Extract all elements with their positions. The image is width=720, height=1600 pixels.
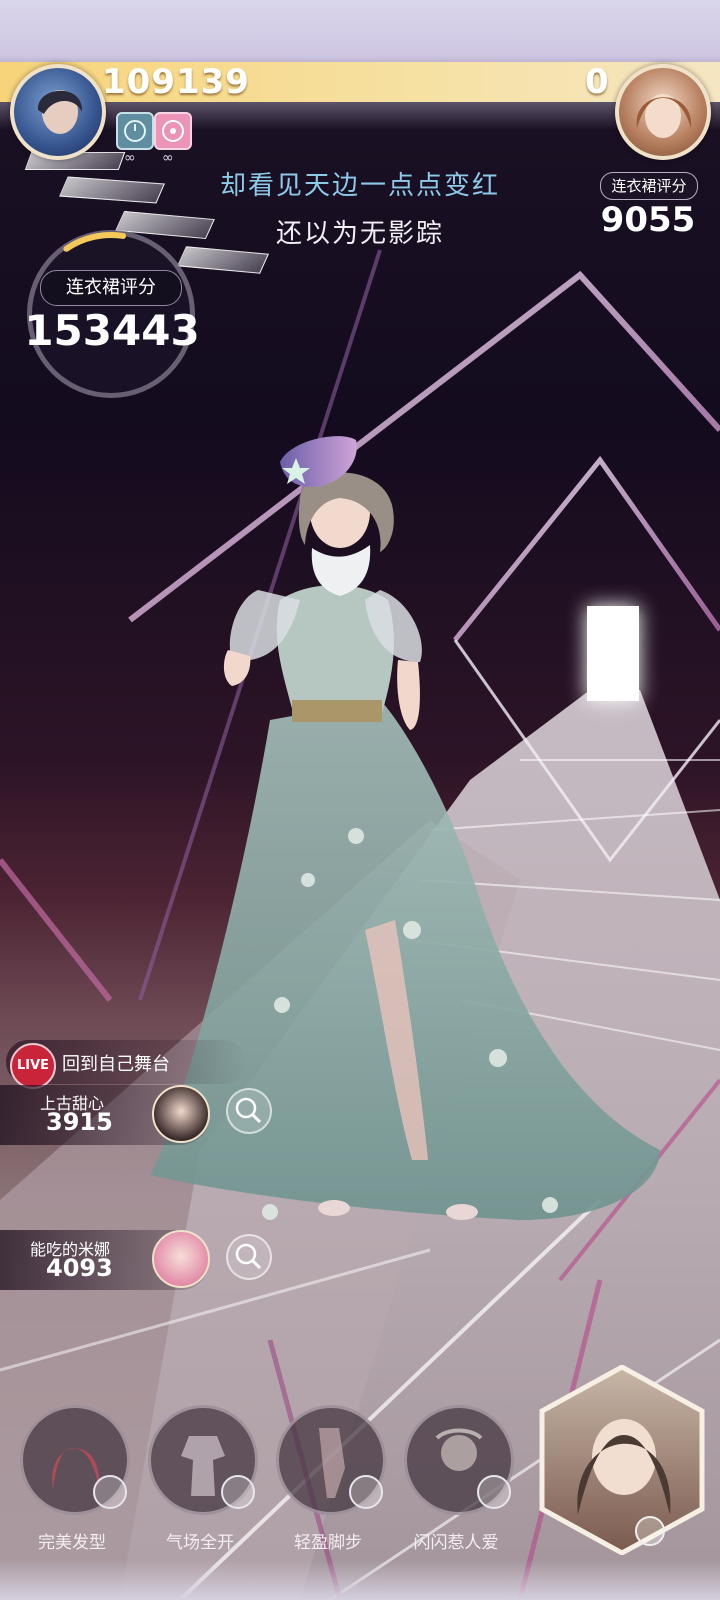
opponent-score-value: 9055 bbox=[600, 200, 696, 240]
return-stage-label: 回到自己舞台 bbox=[62, 1054, 170, 1075]
inspect-rival-button[interactable] bbox=[226, 1234, 272, 1280]
opponent-portrait-icon bbox=[636, 94, 692, 138]
refresh-icon[interactable] bbox=[477, 1475, 511, 1509]
refresh-icon bbox=[635, 1516, 665, 1546]
bottom-fade bbox=[0, 1560, 720, 1600]
buff-badge-a-count: ∞ bbox=[124, 150, 136, 166]
skill-label: 气场全开 bbox=[166, 1533, 234, 1553]
skill-label: 轻盈脚步 bbox=[294, 1533, 362, 1553]
player-total-score: 109139 bbox=[102, 62, 250, 102]
skill-label: 完美发型 bbox=[38, 1533, 106, 1553]
player-score-label: 连衣裙评分 bbox=[40, 270, 182, 306]
refresh-icon[interactable] bbox=[93, 1475, 127, 1509]
buff-badge-star-icon[interactable] bbox=[154, 112, 192, 150]
refresh-icon[interactable] bbox=[221, 1475, 255, 1509]
buff-badge-clock-icon[interactable] bbox=[116, 112, 154, 150]
buff-badge-b-count: ∞ bbox=[162, 150, 174, 166]
skill-label: 闪闪惹人爱 bbox=[413, 1533, 499, 1553]
refresh-icon[interactable] bbox=[349, 1475, 383, 1509]
player-score-value: 153443 bbox=[24, 306, 200, 355]
magnifier-icon bbox=[235, 1243, 262, 1270]
opponent-avatar[interactable] bbox=[615, 64, 711, 160]
rival-avatar[interactable] bbox=[152, 1230, 210, 1288]
magnifier-icon bbox=[235, 1097, 262, 1124]
game-stage: 109139 0 ∞ ∞ 却看见天边一点点变红 还以为无影踪 连衣裙评分 905… bbox=[0, 0, 720, 1600]
rival-score: 4093 bbox=[46, 1254, 113, 1282]
opponent-total-score: 0 bbox=[585, 62, 609, 102]
opponent-score-label: 连衣裙评分 bbox=[600, 172, 698, 200]
rival-score: 3915 bbox=[46, 1108, 113, 1136]
inspect-rival-button[interactable] bbox=[226, 1088, 272, 1134]
player-portrait-icon bbox=[37, 90, 83, 134]
live-badge: LIVE bbox=[10, 1043, 56, 1089]
player-avatar[interactable] bbox=[10, 64, 106, 160]
rival-avatar[interactable] bbox=[152, 1085, 210, 1143]
companion-portrait-button[interactable] bbox=[538, 1365, 706, 1555]
